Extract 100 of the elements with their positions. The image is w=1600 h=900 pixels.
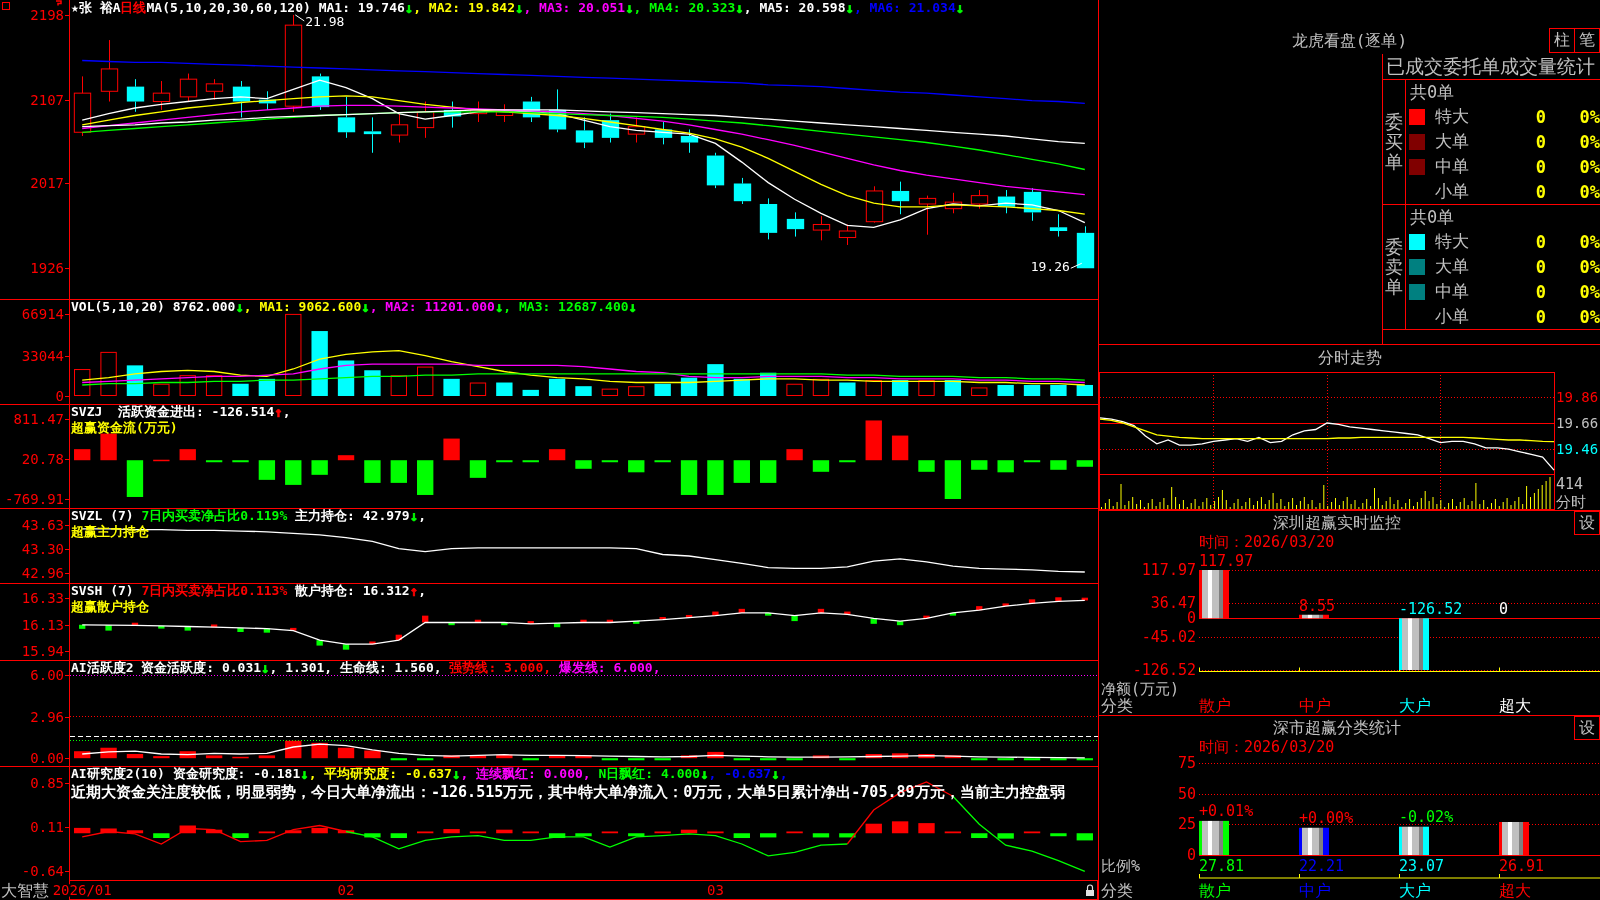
axis-tick-label: -769.91 <box>5 491 64 507</box>
indicator-label: , 平均研究度: -0.637 <box>308 766 452 782</box>
trend-arrow-icon: ↓ <box>735 0 744 16</box>
category-label: 中户 <box>1299 696 1331 715</box>
axis-title: 比例% <box>1101 857 1141 875</box>
indicator-label: AI研究度2(10) 资金研究度: -0.181 <box>71 766 301 782</box>
order-total: 共0单 <box>1410 207 1455 227</box>
date-axis-label: 03 <box>707 882 724 898</box>
indicator-label: , 连续飘红: 0.000, <box>460 766 591 782</box>
trend-arrow-icon: ↓ <box>514 0 524 16</box>
order-percent: 0% <box>1579 106 1600 127</box>
axis-tick-label: 0.11 <box>30 818 64 835</box>
order-size-label: 小单 <box>1435 305 1469 328</box>
price-annotation: 19.26 <box>1030 259 1083 275</box>
axis-tick-label: 0 <box>1186 609 1196 628</box>
trend-arrow-icon: ↓ <box>955 0 965 16</box>
date-axis-label: 02 <box>337 882 355 898</box>
axis-tick-label: 33044 <box>21 347 64 364</box>
indicator-label: , MA6: 21.034 <box>853 0 956 16</box>
axis-tick-label: 19.66 <box>1556 415 1599 431</box>
indicator-label: , MA4: 20.323 <box>633 0 736 16</box>
indicator-label: , MA3: 12687.400 <box>503 299 629 315</box>
category-label: 大户 <box>1399 881 1431 900</box>
indicator-label: MA(5,10,20,30,60,120) <box>146 0 311 16</box>
annotation: 21.98 <box>305 13 345 29</box>
bar-value-label: 23.07 <box>1399 857 1445 875</box>
price-annotation: 21.98 <box>294 13 345 29</box>
indicator-label: SVZJ 活跃资金进出: -126.514 <box>71 404 275 420</box>
indicator-label: 超赢资金流(万元) <box>71 420 178 436</box>
order-count: 0 <box>1535 231 1546 252</box>
panel-title: 深圳超赢实时监控 <box>1272 512 1401 534</box>
bar-value-label: 26.91 <box>1499 857 1545 875</box>
axis-tick-label: 16.33 <box>21 589 64 606</box>
order-size-label: 中单 <box>1435 280 1469 303</box>
indicator-label: , MA1: 9062.600 <box>243 299 362 315</box>
axis-tick-label: 117.97 <box>1141 561 1196 579</box>
axis-tick-label: 0 <box>55 388 64 404</box>
axis-tick-label: 15.94 <box>21 643 64 659</box>
volume-max-label: 414 <box>1556 475 1584 493</box>
indicator-label: 主力持仓: 42.979 <box>294 508 410 524</box>
trend-arrow-icon: ↓ <box>771 766 780 782</box>
trend-arrow-icon: ↓ <box>235 299 244 315</box>
order-count: 0 <box>1535 131 1546 152</box>
order-percent: 0% <box>1579 306 1600 327</box>
indicator-label: , MA2: 19.842 <box>413 0 515 16</box>
order-count: 0 <box>1535 181 1546 202</box>
panel-title: 龙虎看盘(逐单) <box>1291 31 1408 52</box>
indicator-label: MA1: 19.746 <box>317 0 405 16</box>
indicator-label: , MA5: 20.598 <box>743 0 846 16</box>
indicator-label: 强势线: 3.000, <box>448 660 552 676</box>
axis-tick-label: -45.02 <box>1141 627 1196 646</box>
axis-tick-label: 66914 <box>21 306 64 322</box>
order-count: 0 <box>1535 156 1546 177</box>
trend-arrow-icon: ↓ <box>700 766 709 782</box>
change-label: +0.00% <box>1299 808 1354 827</box>
axis-tick-label: 43.63 <box>21 516 64 533</box>
bar-value-label: -126.52 <box>1399 600 1463 619</box>
axis-tick-label: 50 <box>1177 784 1196 803</box>
indicator-label: 爆发线: 6.000, <box>557 660 661 676</box>
trend-arrow-icon: ↓ <box>404 0 414 16</box>
bar-value-label: 0 <box>1499 600 1509 619</box>
indicator-label: , <box>282 404 291 420</box>
trend-arrow-icon: ↓ <box>625 0 634 16</box>
indicator-label: 超赢散户持仓 <box>71 599 149 615</box>
axis-tick-label: 2017 <box>30 175 64 192</box>
annotation: 19.26 <box>1030 259 1070 275</box>
axis-tick-label: 19.46 <box>1556 441 1599 458</box>
date-label: 时间：2026/03/20 <box>1199 737 1335 757</box>
indicator-label: , <box>779 766 788 782</box>
indicator-label: 日线 <box>120 0 147 16</box>
panel-title: 分时走势 <box>1317 348 1382 369</box>
trend-arrow-icon: ↓ <box>261 660 270 676</box>
indicator-label: AI活跃度2 资金活跃度: 0.031 <box>71 660 262 676</box>
axis-tick-label: 42.96 <box>21 565 64 582</box>
order-size-label: 小单 <box>1435 180 1469 203</box>
order-size-label: 中单 <box>1435 155 1469 178</box>
category-label: 中户 <box>1299 881 1331 900</box>
trend-arrow-icon: ↓ <box>361 299 370 315</box>
change-label: -0.02% <box>1399 807 1454 826</box>
axis-tick-label: 0.00 <box>30 750 64 767</box>
order-percent: 0% <box>1579 256 1600 277</box>
order-count: 0 <box>1535 306 1546 327</box>
change-label: +0.01% <box>1199 801 1254 820</box>
indicator-label: , <box>418 508 426 524</box>
order-percent: 0% <box>1579 231 1600 252</box>
indicator-label: SVZL (7) <box>71 508 134 524</box>
app-name: 大智慧 <box>1 881 49 900</box>
indicator-label: , <box>418 583 426 599</box>
indicator-label: VOL(5,10,20) 8762.000 <box>71 299 236 315</box>
indicator-label: , 1.301, 生命线: 1.560, <box>269 660 442 676</box>
bar-value-label: 8.55 <box>1299 596 1336 615</box>
indicator-label: , -0.637 <box>708 766 772 782</box>
intraday-caption: 分时 <box>1556 493 1586 511</box>
order-percent: 0% <box>1579 156 1600 177</box>
bar-value-label: 27.81 <box>1199 857 1245 875</box>
category-label: 散户 <box>1199 696 1231 715</box>
indicator-label: N日飘红: 4.000 <box>597 766 701 782</box>
axis-tick-label: -126.52 <box>1132 661 1196 679</box>
indicator-label: SVSH (7) <box>71 583 134 599</box>
order-percent: 0% <box>1579 131 1600 152</box>
